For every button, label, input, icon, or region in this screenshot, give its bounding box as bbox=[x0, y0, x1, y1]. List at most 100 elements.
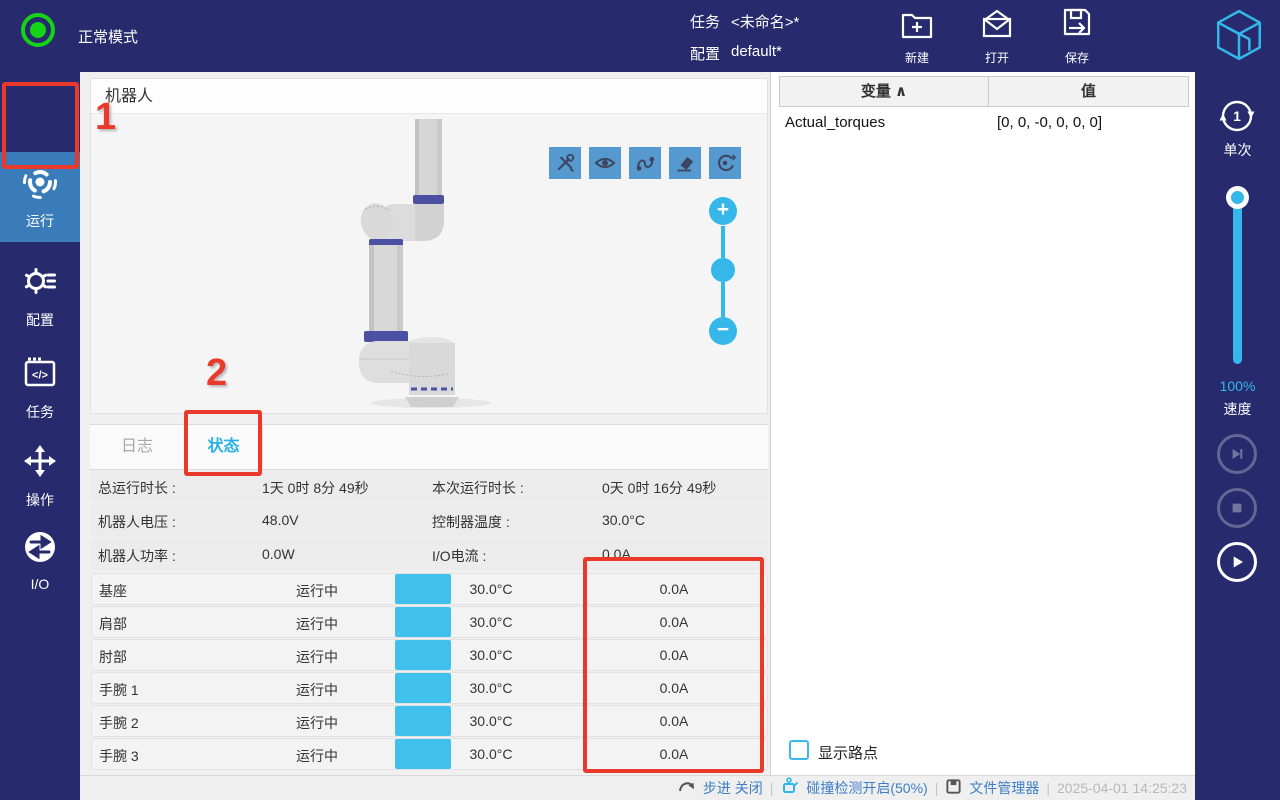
robot-3d-viewport[interactable]: + − bbox=[91, 114, 767, 413]
mode-label: 正常模式 bbox=[78, 26, 138, 47]
joint-row-elbow: 肘部 运行中 30.0°C 0.0A bbox=[91, 639, 768, 671]
joint-temperature: 30.0°C bbox=[446, 581, 536, 597]
value-column-header[interactable]: 值 bbox=[988, 76, 1189, 107]
open-button-label: 打开 bbox=[985, 49, 1009, 66]
io-sync-icon bbox=[22, 529, 58, 570]
variables-column-header[interactable]: 变量 ∧ bbox=[779, 76, 989, 107]
info-label: I/O电流 : bbox=[432, 546, 486, 566]
path-icon bbox=[633, 151, 657, 175]
joint-current: 0.0A bbox=[629, 614, 719, 630]
joint-status: 运行中 bbox=[296, 713, 338, 733]
step-mode-status[interactable]: 步进 关闭 bbox=[703, 778, 763, 798]
speed-slider-handle[interactable] bbox=[1226, 186, 1249, 209]
joint-load-bar bbox=[395, 574, 451, 604]
view-tools-button[interactable] bbox=[549, 147, 581, 179]
application-window: 正常模式 任务 <未命名>* 配置 default* 新建 打开 保存 bbox=[0, 0, 1280, 800]
gear-settings-icon bbox=[22, 263, 58, 304]
info-value: 0.0W bbox=[262, 546, 295, 562]
brand-logo-icon bbox=[1214, 8, 1264, 67]
left-nav-sidebar: 运行 配置 </> 任务 操作 I/O A2E2 bbox=[0, 72, 80, 800]
joint-name: 手腕 3 bbox=[99, 746, 139, 766]
info-value: 0天 0时 16分 49秒 bbox=[602, 478, 716, 498]
system-timestamp: 2025-04-01 14:25:23 bbox=[1057, 780, 1187, 796]
sidebar-operate-label: 操作 bbox=[26, 490, 54, 510]
step-forward-button[interactable] bbox=[1217, 434, 1257, 474]
move-arrows-icon bbox=[22, 443, 58, 484]
joint-temperature: 30.0°C bbox=[446, 746, 536, 762]
joint-name: 手腕 1 bbox=[99, 680, 139, 700]
zoom-out-button[interactable]: − bbox=[709, 317, 737, 345]
zoom-in-button[interactable]: + bbox=[709, 197, 737, 225]
save-task-button[interactable]: 保存 bbox=[1052, 6, 1102, 68]
collision-detection-status[interactable]: 碰撞检测开启(50%) bbox=[806, 778, 927, 798]
normal-mode-status-icon bbox=[21, 13, 55, 47]
bottom-tabs-bar: 日志 状态 bbox=[90, 424, 768, 470]
show-waypoints-checkbox[interactable] bbox=[789, 740, 809, 760]
view-eraser-button[interactable] bbox=[669, 147, 701, 179]
code-window-icon: </> bbox=[22, 355, 58, 396]
save-icon bbox=[1059, 6, 1095, 47]
variable-name-cell[interactable]: Actual_torques bbox=[785, 114, 885, 131]
joint-temperature: 30.0°C bbox=[446, 614, 536, 630]
sidebar-item-io[interactable]: I/O bbox=[0, 527, 80, 593]
run-aperture-icon bbox=[22, 164, 58, 205]
view-reset-rotation-button[interactable] bbox=[709, 147, 741, 179]
zoom-track-lower[interactable] bbox=[721, 282, 725, 317]
robot-arm-graphic bbox=[331, 119, 551, 411]
rotate-icon bbox=[713, 151, 737, 175]
joint-status: 运行中 bbox=[296, 581, 338, 601]
skip-forward-icon bbox=[1226, 443, 1248, 465]
joint-load-bar bbox=[395, 706, 451, 736]
joint-row-shoulder: 肩部 运行中 30.0°C 0.0A bbox=[91, 606, 768, 638]
joint-load-bar bbox=[395, 739, 451, 769]
speed-slider-track[interactable] bbox=[1233, 192, 1242, 364]
view-trajectory-button[interactable] bbox=[629, 147, 661, 179]
variables-header-label: 变量 bbox=[861, 83, 891, 100]
open-task-button[interactable]: 打开 bbox=[972, 6, 1022, 68]
run-mode-label: 单次 bbox=[1195, 140, 1280, 160]
joint-current: 0.0A bbox=[629, 647, 719, 663]
new-folder-icon bbox=[899, 6, 935, 47]
joint-row-wrist1: 手腕 1 运行中 30.0°C 0.0A bbox=[91, 672, 768, 704]
step-mode-icon bbox=[678, 779, 696, 797]
zoom-track-upper[interactable] bbox=[721, 226, 725, 258]
run-control-sidebar: 1 单次 100% 速度 bbox=[1195, 72, 1280, 800]
joint-temperature: 30.0°C bbox=[446, 680, 536, 696]
joint-status: 运行中 bbox=[296, 680, 338, 700]
file-manager-link[interactable]: 文件管理器 bbox=[969, 778, 1039, 798]
info-value: 1天 0时 8分 49秒 bbox=[262, 478, 369, 498]
sidebar-item-operate[interactable]: 操作 bbox=[0, 440, 80, 512]
tab-status[interactable]: 状态 bbox=[185, 425, 263, 469]
zoom-slider-handle[interactable] bbox=[711, 258, 735, 282]
joint-status: 运行中 bbox=[296, 746, 338, 766]
stop-icon bbox=[1226, 497, 1248, 519]
sidebar-item-run[interactable]: 运行 bbox=[0, 152, 80, 242]
variable-value-cell: [0, 0, -0, 0, 0, 0] bbox=[997, 114, 1102, 131]
info-label: 机器人功率 : bbox=[98, 546, 176, 566]
eye-icon bbox=[593, 151, 617, 175]
variables-panel: 变量 ∧ 值 Actual_torques [0, 0, -0, 0, 0, 0… bbox=[770, 72, 1195, 775]
joint-load-bar bbox=[395, 640, 451, 670]
task-name-value: <未命名>* bbox=[731, 11, 799, 32]
joint-name: 肩部 bbox=[99, 614, 127, 634]
show-waypoints-label: 显示路点 bbox=[818, 742, 878, 763]
speed-label: 速度 bbox=[1195, 399, 1280, 419]
play-icon bbox=[1226, 551, 1248, 573]
joint-current: 0.0A bbox=[629, 581, 719, 597]
sidebar-item-config[interactable]: 配置 bbox=[0, 260, 80, 332]
statusbar-separator: | bbox=[770, 780, 774, 796]
info-label: 机器人电压 : bbox=[98, 512, 176, 532]
play-button[interactable] bbox=[1217, 542, 1257, 582]
view-visibility-button[interactable] bbox=[589, 147, 621, 179]
new-task-button[interactable]: 新建 bbox=[892, 6, 942, 68]
robot-panel-title: 机器人 bbox=[91, 79, 767, 114]
collision-robot-icon bbox=[780, 777, 799, 799]
stop-button[interactable] bbox=[1217, 488, 1257, 528]
joint-row-base: 基座 运行中 30.0°C 0.0A bbox=[91, 573, 768, 605]
joint-row-wrist2: 手腕 2 运行中 30.0°C 0.0A bbox=[91, 705, 768, 737]
status-info-row: 机器人电压 : 48.0V 控制器温度 : 30.0°C bbox=[91, 504, 768, 536]
tools-icon bbox=[553, 151, 577, 175]
tab-log[interactable]: 日志 bbox=[90, 425, 185, 469]
joint-row-wrist3: 手腕 3 运行中 30.0°C 0.0A bbox=[91, 738, 768, 770]
sidebar-item-task[interactable]: </> 任务 bbox=[0, 352, 80, 424]
